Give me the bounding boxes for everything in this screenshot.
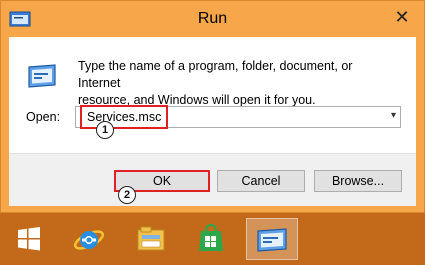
button-bar: OK Cancel Browse... 2 — [9, 153, 416, 206]
taskbar-windows-store[interactable] — [190, 218, 232, 260]
close-icon[interactable]: ✕ — [394, 8, 410, 26]
windows-start-button[interactable] — [8, 218, 50, 260]
file-explorer-icon — [137, 226, 165, 251]
open-label: Open: — [26, 110, 61, 124]
run-dialog-window: Run ✕ Type the name of a program, folder… — [0, 0, 425, 213]
taskbar-internet-explorer[interactable] — [68, 218, 110, 260]
open-combobox[interactable]: Services.msc ▾ — [75, 105, 401, 129]
step-badge-1: 1 — [96, 121, 114, 139]
window-title: Run — [197, 10, 228, 27]
run-description: Type the name of a program, folder, docu… — [78, 58, 398, 109]
taskbar — [0, 213, 425, 265]
description-line: Type the name of a program, folder, docu… — [78, 59, 353, 90]
title-bar[interactable]: Run ✕ — [1, 1, 424, 37]
dialog-body: Type the name of a program, folder, docu… — [9, 37, 416, 206]
run-icon — [28, 64, 56, 88]
windows-start-icon — [18, 227, 40, 251]
input-highlight-box — [80, 105, 168, 129]
windows-store-icon — [199, 223, 223, 251]
internet-explorer-icon — [73, 230, 105, 250]
chevron-down-icon[interactable]: ▾ — [391, 110, 396, 121]
taskbar-file-explorer[interactable] — [130, 218, 172, 260]
step-badge-2: 2 — [118, 186, 136, 204]
cancel-button[interactable]: Cancel — [217, 170, 305, 192]
browse-button[interactable]: Browse... — [314, 170, 402, 192]
taskbar-run[interactable] — [246, 218, 298, 260]
run-icon — [257, 228, 287, 252]
